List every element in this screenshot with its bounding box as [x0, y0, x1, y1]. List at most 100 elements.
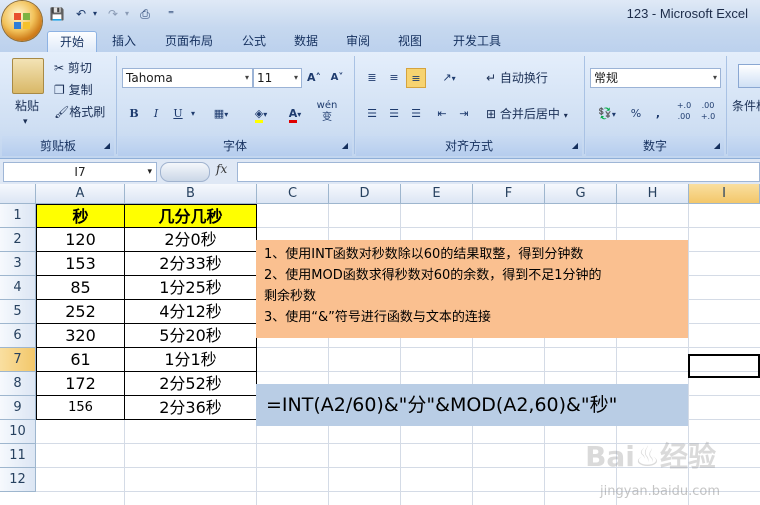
borders-button[interactable]: ▦▾: [204, 104, 238, 124]
cell-B5[interactable]: 4分12秒: [125, 300, 257, 324]
row-header-6[interactable]: 6: [0, 324, 36, 348]
number-format-select[interactable]: 常规 ▾: [590, 68, 721, 88]
font-color-button[interactable]: A▾: [280, 104, 310, 124]
font-name-select[interactable]: Tahoma ▾: [122, 68, 253, 88]
worksheet-grid[interactable]: ABCDEFGHI 1 2 3 4 5 6 7 8 9 10 11 12 秒几分几秒 120 2分0秒 15…: [0, 184, 760, 505]
name-box[interactable]: I7 ▾: [3, 162, 157, 182]
dialog-launcher-icon[interactable]: ◢: [714, 136, 720, 156]
cell-B3[interactable]: 2分33秒: [125, 252, 257, 276]
align-center-icon[interactable]: ☰: [384, 104, 404, 124]
accounting-format-button[interactable]: 💱▾: [592, 104, 622, 124]
cell-B9[interactable]: 2分36秒: [125, 396, 257, 420]
paste-button[interactable]: 粘贴: [12, 98, 42, 114]
cut-button[interactable]: ✂ 剪切: [54, 60, 92, 76]
column-header-B[interactable]: B: [125, 184, 257, 204]
save-icon[interactable]: 💾: [48, 5, 66, 23]
align-bottom-icon[interactable]: ≡: [406, 68, 426, 88]
decrease-indent-icon[interactable]: ⇤: [432, 104, 452, 124]
undo-dropdown-icon[interactable]: ▾: [90, 5, 100, 23]
cell-A5[interactable]: 252: [36, 300, 125, 324]
align-left-icon[interactable]: ☰: [362, 104, 382, 124]
cell-A2[interactable]: 120: [36, 228, 125, 252]
align-top-icon[interactable]: ≣: [362, 68, 382, 88]
cell-A9[interactable]: 156: [36, 396, 125, 420]
formula-input[interactable]: [237, 162, 760, 182]
row-header-9[interactable]: 9: [0, 396, 36, 420]
merge-center-button[interactable]: ⊞ 合并后居中 ▾: [486, 106, 568, 124]
print-preview-icon[interactable]: ⎙: [136, 5, 154, 23]
row-header-7[interactable]: 7: [0, 348, 36, 372]
align-middle-icon[interactable]: ≡: [384, 68, 404, 88]
increase-decimal-button[interactable]: +.0 .00: [674, 100, 694, 126]
cell-B6[interactable]: 5分20秒: [125, 324, 257, 348]
tab-home[interactable]: 开始: [47, 31, 97, 53]
dialog-launcher-icon[interactable]: ◢: [104, 136, 110, 156]
select-all-corner[interactable]: [0, 184, 36, 204]
align-right-icon[interactable]: ☰: [406, 104, 426, 124]
column-header-H[interactable]: H: [617, 184, 689, 204]
row-header-8[interactable]: 8: [0, 372, 36, 396]
row-header-10[interactable]: 10: [0, 420, 36, 444]
tab-review[interactable]: 审阅: [338, 31, 378, 52]
tab-page-layout[interactable]: 页面布局: [156, 31, 222, 52]
format-painter-button[interactable]: 🖌格式刷: [54, 104, 105, 120]
formula-bar-resize-handle[interactable]: [160, 162, 210, 182]
insert-function-icon[interactable]: fx: [216, 162, 227, 176]
cell-B8[interactable]: 2分52秒: [125, 372, 257, 396]
row-header-1[interactable]: 1: [0, 204, 36, 228]
column-header-D[interactable]: D: [329, 184, 401, 204]
cell-A6[interactable]: 320: [36, 324, 125, 348]
cell-A1[interactable]: 秒: [36, 204, 125, 228]
comma-style-button[interactable]: ,: [648, 104, 668, 124]
column-header-G[interactable]: G: [545, 184, 617, 204]
customize-qat-icon[interactable]: ⁼: [164, 5, 178, 23]
row-header-2[interactable]: 2: [0, 228, 36, 252]
cell-A8[interactable]: 172: [36, 372, 125, 396]
paste-icon[interactable]: [12, 58, 44, 94]
column-header-E[interactable]: E: [401, 184, 473, 204]
paste-dropdown-icon[interactable]: ▾: [23, 114, 28, 130]
office-button[interactable]: [2, 1, 42, 41]
row-header-12[interactable]: 12: [0, 468, 36, 492]
cell-B4[interactable]: 1分25秒: [125, 276, 257, 300]
column-header-I[interactable]: I: [689, 184, 760, 204]
row-header-3[interactable]: 3: [0, 252, 36, 276]
cell-B2[interactable]: 2分0秒: [125, 228, 257, 252]
copy-button[interactable]: ❐ 复制: [54, 82, 93, 98]
shrink-font-button[interactable]: A˅: [327, 68, 347, 88]
tab-insert[interactable]: 插入: [104, 31, 144, 52]
dialog-launcher-icon[interactable]: ◢: [572, 136, 578, 156]
tab-data[interactable]: 数据: [286, 31, 326, 52]
cell-B7[interactable]: 1分1秒: [125, 348, 257, 372]
cell-A3[interactable]: 153: [36, 252, 125, 276]
tab-view[interactable]: 视图: [390, 31, 430, 52]
dialog-launcher-icon[interactable]: ◢: [342, 136, 348, 156]
row-header-4[interactable]: 4: [0, 276, 36, 300]
phonetic-guide-button[interactable]: wén 变: [312, 100, 342, 126]
row-header-11[interactable]: 11: [0, 444, 36, 468]
percent-style-button[interactable]: %: [626, 104, 646, 124]
active-cell-I7[interactable]: [688, 354, 760, 378]
font-size-select[interactable]: 11 ▾: [253, 68, 302, 88]
cell-A7[interactable]: 61: [36, 348, 125, 372]
column-header-C[interactable]: C: [257, 184, 329, 204]
orientation-button[interactable]: ↗▾: [434, 68, 464, 88]
wrap-text-button[interactable]: ↵ 自动换行: [486, 70, 548, 86]
tab-formulas[interactable]: 公式: [234, 31, 274, 52]
italic-button[interactable]: I: [146, 104, 166, 124]
conditional-formatting-icon[interactable]: [738, 64, 760, 88]
conditional-formatting-button[interactable]: 条件格: [732, 98, 760, 114]
row-header-5[interactable]: 5: [0, 300, 36, 324]
cell-B1[interactable]: 几分几秒: [125, 204, 257, 228]
cell-A4[interactable]: 85: [36, 276, 125, 300]
column-header-A[interactable]: A: [36, 184, 125, 204]
redo-icon[interactable]: ↷: [104, 5, 122, 23]
underline-button[interactable]: U: [168, 104, 188, 124]
grow-font-button[interactable]: A˄: [304, 68, 324, 88]
fill-color-button[interactable]: ◈▾: [244, 104, 278, 124]
decrease-decimal-button[interactable]: .00 +.0: [698, 100, 718, 126]
underline-dropdown-icon[interactable]: ▾: [188, 104, 198, 124]
bold-button[interactable]: B: [124, 104, 144, 124]
column-header-F[interactable]: F: [473, 184, 545, 204]
redo-dropdown-icon[interactable]: ▾: [122, 5, 132, 23]
